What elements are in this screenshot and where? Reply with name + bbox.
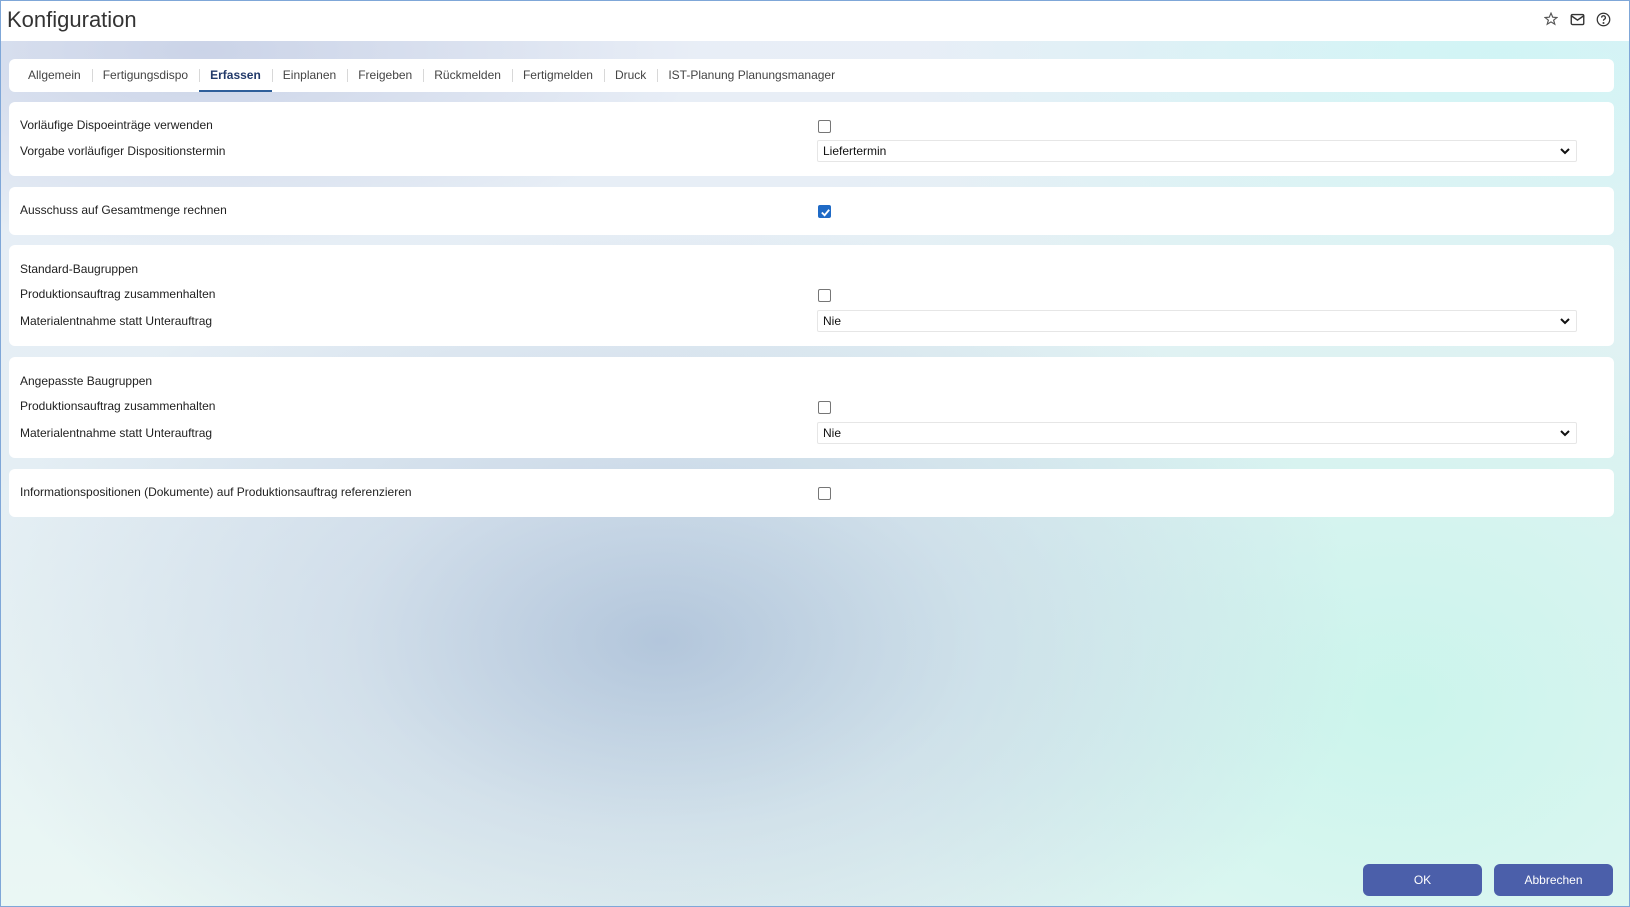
provisional-row: Vorläufige Dispoeinträge verwenden [20, 115, 1600, 135]
standard-keep-checkbox[interactable] [818, 289, 831, 302]
info-row: Informationspositionen (Dokumente) auf P… [20, 482, 1600, 502]
custom-material-value: Nie [823, 426, 842, 440]
scrap-label: Ausschuss auf Gesamtmenge rechnen [20, 203, 227, 217]
default-date-select[interactable]: Liefertermin [817, 140, 1577, 162]
page-title: Konfiguration [7, 7, 137, 32]
custom-keep-checkbox[interactable] [818, 401, 831, 414]
tab-rueckmelden[interactable]: Rückmelden [423, 59, 512, 92]
custom-assemblies-heading: Angepasste Baugruppen [20, 374, 153, 388]
default-date-value: Liefertermin [823, 144, 887, 158]
standard-assemblies-panel: Standard-Baugruppen Produktionsauftrag z… [9, 245, 1614, 346]
check-icon [821, 209, 830, 217]
provisional-dispo-panel: Vorläufige Dispoeinträge verwenden Vorga… [9, 102, 1614, 176]
standard-material-label: Materialentnahme statt Unterauftrag [20, 314, 213, 328]
standard-assemblies-heading: Standard-Baugruppen [20, 262, 139, 276]
default-date-label: Vorgabe vorläufiger Dispositionstermin [20, 144, 226, 158]
help-icon[interactable] [1595, 11, 1611, 27]
standard-keep-row: Produktionsauftrag zusammenhalten [20, 284, 1600, 304]
custom-material-select[interactable]: Nie [817, 422, 1577, 444]
tab-erfassen[interactable]: Erfassen [199, 59, 272, 92]
info-checkbox[interactable] [818, 487, 831, 500]
chevron-down-icon [1559, 315, 1571, 330]
tab-freigeben[interactable]: Freigeben [347, 59, 423, 92]
custom-keep-row: Produktionsauftrag zusammenhalten [20, 396, 1600, 416]
chevron-down-icon [1559, 145, 1571, 160]
configuration-window: Konfiguration Allgemein Fertigungsdispo … [0, 0, 1630, 907]
tab-ist-planung[interactable]: IST-Planung Planungsmanager [657, 59, 846, 92]
mail-icon[interactable] [1569, 11, 1585, 27]
tab-druck[interactable]: Druck [603, 59, 657, 92]
ok-button[interactable]: OK [1363, 864, 1482, 896]
standard-material-value: Nie [823, 314, 842, 328]
info-label: Informationspositionen (Dokumente) auf P… [20, 485, 412, 499]
provisional-label: Vorläufige Dispoeinträge verwenden [20, 118, 213, 132]
custom-material-label: Materialentnahme statt Unterauftrag [20, 426, 213, 440]
provisional-checkbox[interactable] [818, 120, 831, 133]
tab-einplanen[interactable]: Einplanen [271, 59, 347, 92]
scrap-checkbox[interactable] [818, 205, 831, 218]
standard-material-select[interactable]: Nie [817, 310, 1577, 332]
standard-keep-label: Produktionsauftrag zusammenhalten [20, 287, 216, 301]
cancel-button[interactable]: Abbrechen [1494, 864, 1613, 896]
scrap-panel: Ausschuss auf Gesamtmenge rechnen [9, 187, 1614, 235]
tab-fertigungsdispo[interactable]: Fertigungsdispo [91, 59, 199, 92]
title-actions [1543, 11, 1611, 27]
custom-assemblies-panel: Angepasste Baugruppen Produktionsauftrag… [9, 357, 1614, 458]
chevron-down-icon [1559, 427, 1571, 442]
star-icon[interactable] [1543, 11, 1559, 27]
tab-allgemein[interactable]: Allgemein [17, 59, 92, 92]
tab-bar: Allgemein Fertigungsdispo Erfassen Einpl… [9, 59, 1614, 92]
scrap-row: Ausschuss auf Gesamtmenge rechnen [20, 200, 1600, 220]
custom-keep-label: Produktionsauftrag zusammenhalten [20, 399, 216, 413]
title-bar: Konfiguration [1, 1, 1629, 41]
info-positions-panel: Informationspositionen (Dokumente) auf P… [9, 469, 1614, 517]
tab-fertigmelden[interactable]: Fertigmelden [511, 59, 604, 92]
